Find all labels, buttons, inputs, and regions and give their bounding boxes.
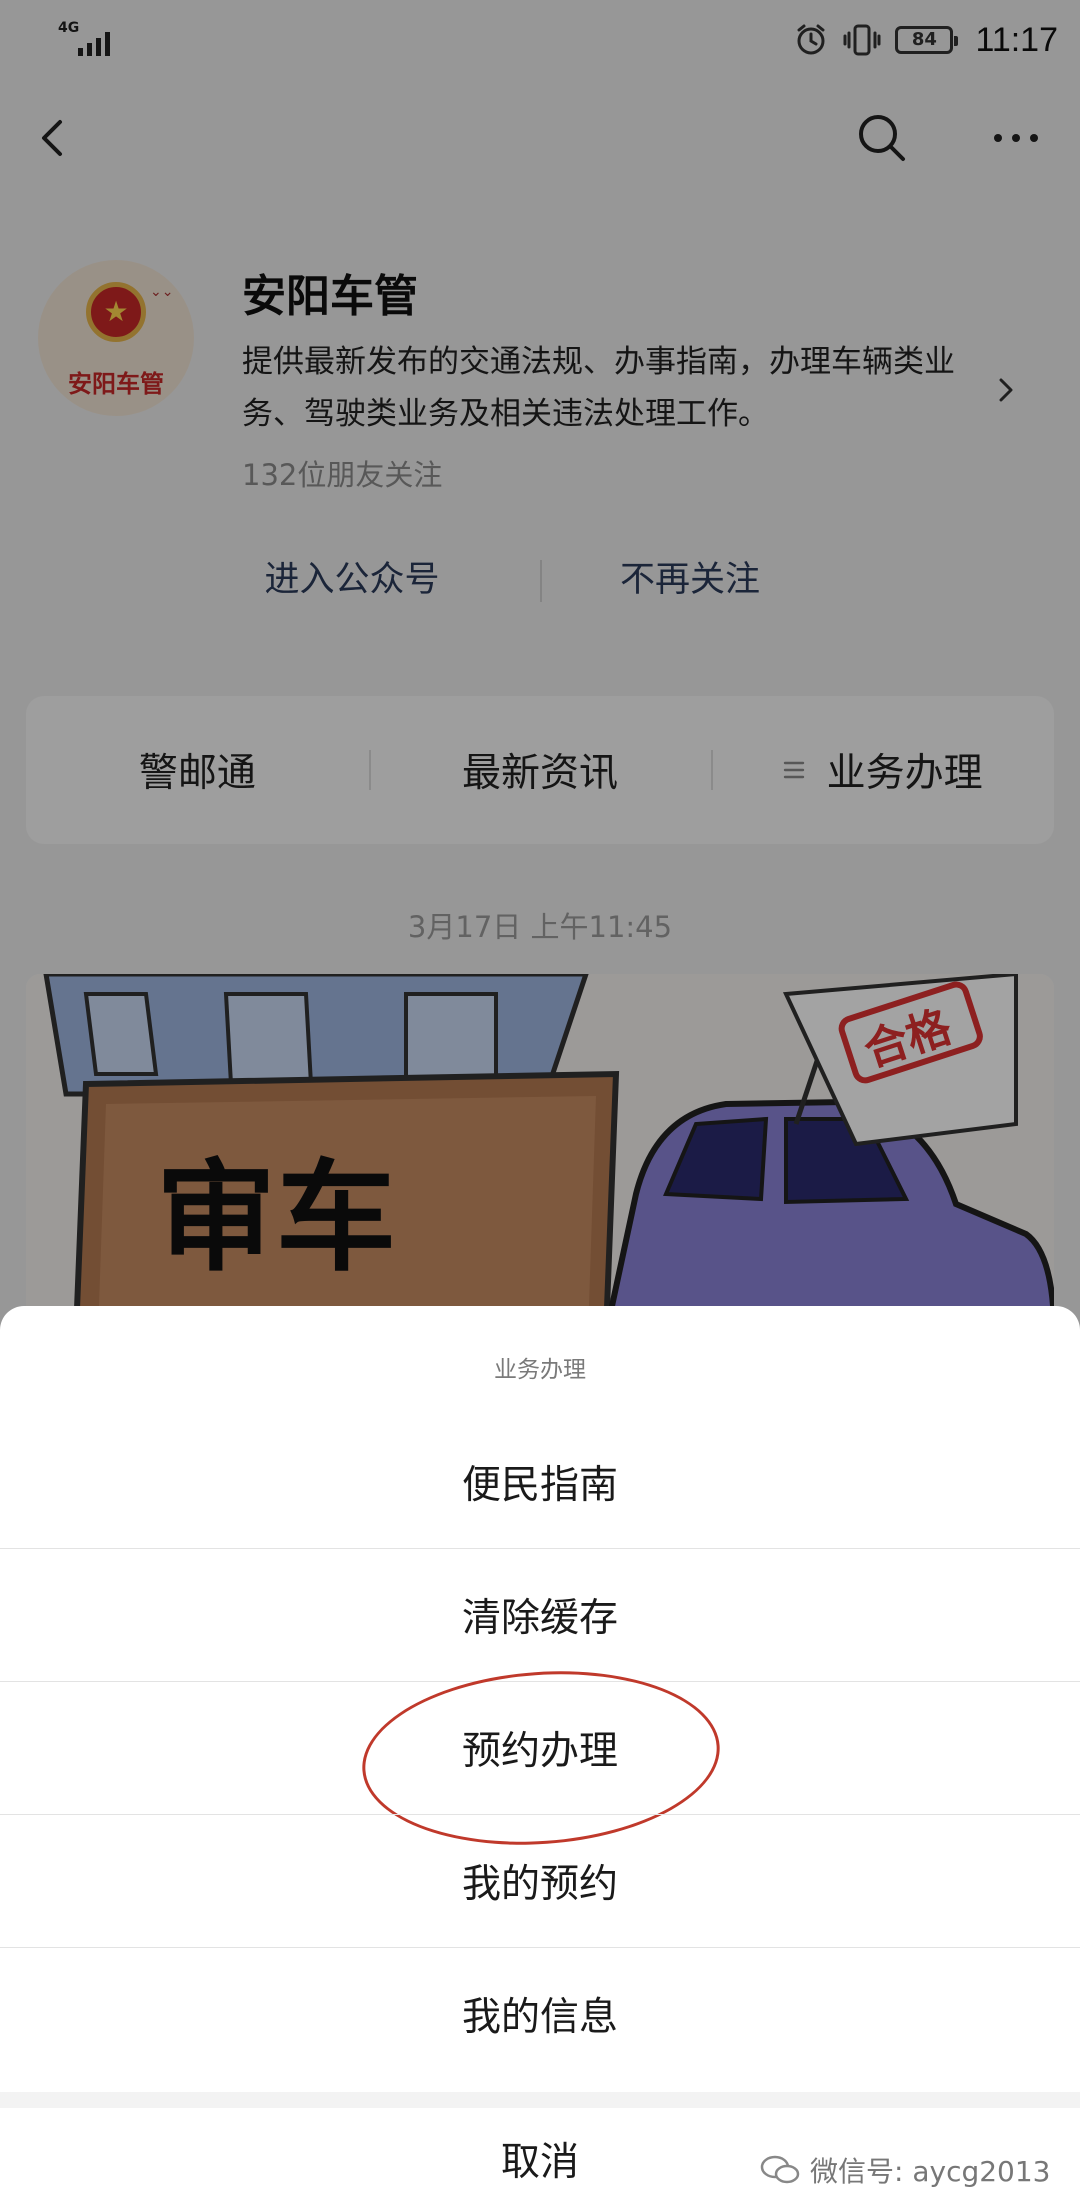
watermark: 微信号: aycg2013 bbox=[760, 2150, 1051, 2190]
sheet-item-label: 清除缓存 bbox=[461, 1596, 618, 1641]
wechat-logo-icon bbox=[760, 2155, 800, 2184]
sheet-item-label: 便民指南 bbox=[461, 1463, 618, 1508]
sheet-item-label: 我的预约 bbox=[461, 1862, 618, 1907]
sheet-item-my-appointments[interactable]: 我的预约 bbox=[0, 1815, 1080, 1947]
sheet-separator-gap bbox=[0, 2092, 1080, 2108]
watermark-text: 微信号: aycg2013 bbox=[810, 2155, 1051, 2188]
sheet-item-convenience-guide[interactable]: 便民指南 bbox=[0, 1416, 1080, 1548]
sheet-item-my-info[interactable]: 我的信息 bbox=[0, 1948, 1080, 2080]
cancel-label: 取消 bbox=[500, 2139, 579, 2185]
sheet-item-clear-cache[interactable]: 清除缓存 bbox=[0, 1549, 1080, 1681]
sheet-item-label: 我的信息 bbox=[461, 1995, 618, 2040]
action-sheet-title: 业务办理 bbox=[494, 1357, 586, 1383]
action-sheet: 业务办理 便民指南 清除缓存 预约办理 我的预约 我的信息 取消 bbox=[0, 1306, 1080, 2209]
